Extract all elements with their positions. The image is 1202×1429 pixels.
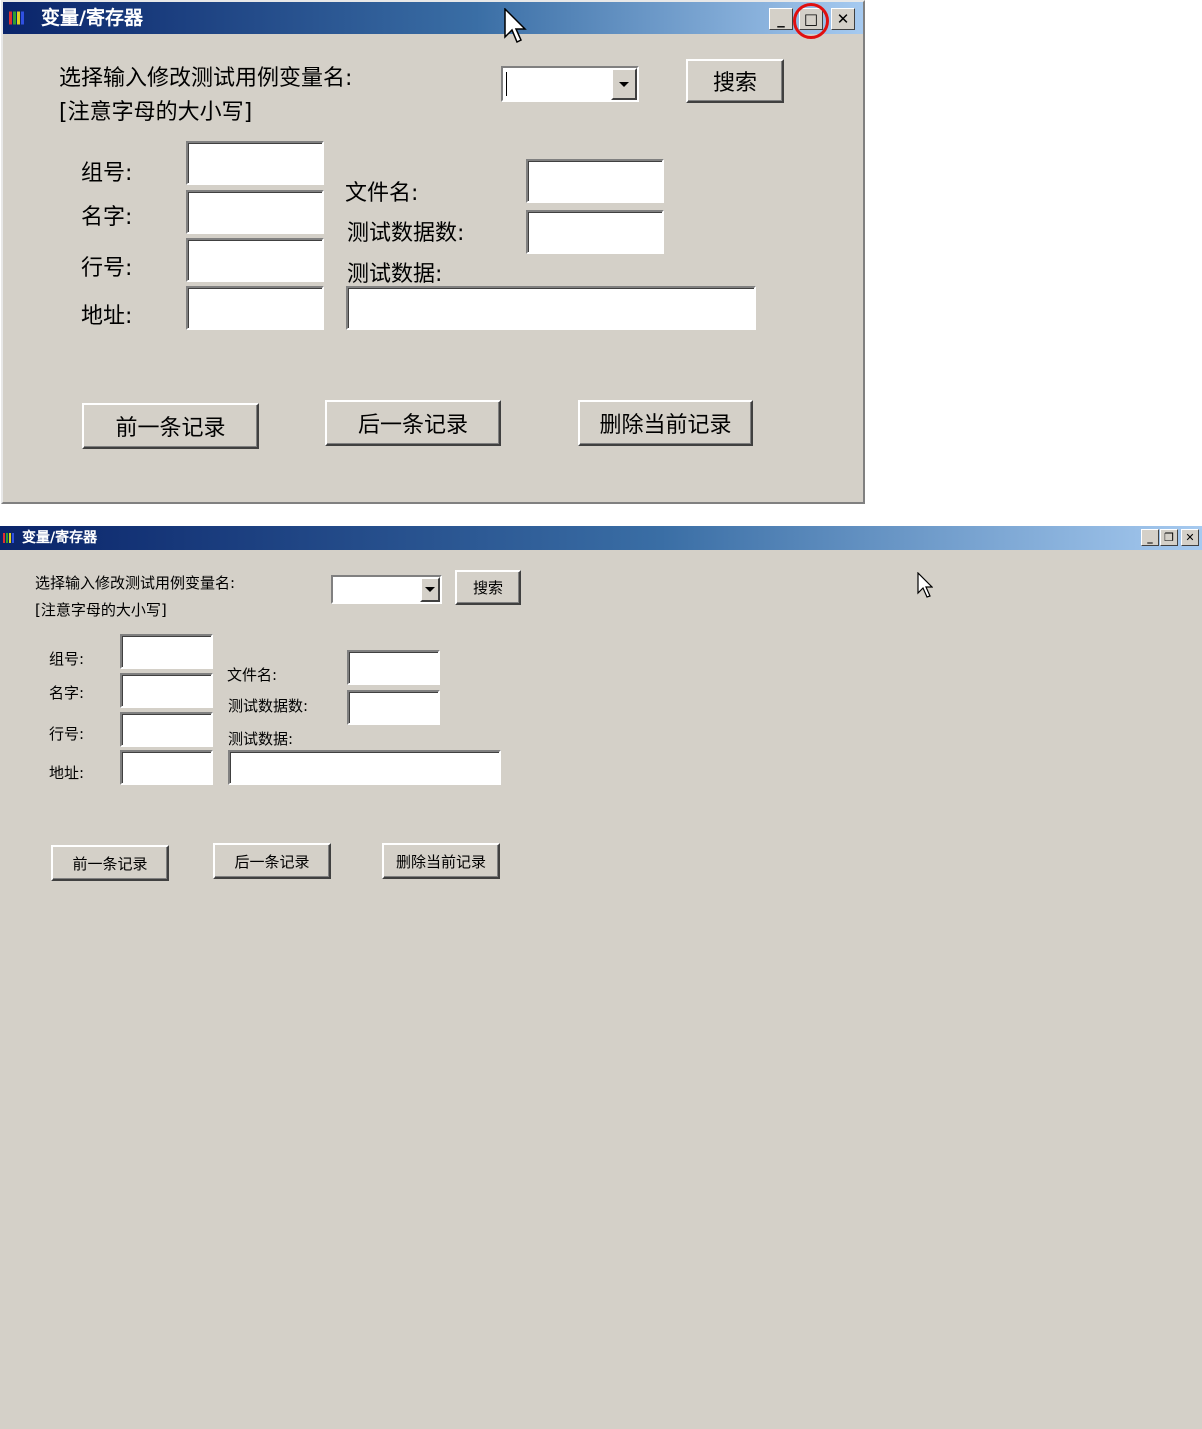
test-count-field-maximized[interactable] [347,690,440,725]
minimize-button-maximized[interactable]: _ [1141,529,1159,546]
variable-prompt-maximized: 选择输入修改测试用例变量名: [35,574,236,592]
group-field[interactable] [186,141,324,185]
close-button-maximized[interactable]: ✕ [1181,529,1199,546]
search-button[interactable]: 搜索 [686,59,784,103]
group-label-maximized: 组号: [49,650,85,668]
next-record-button[interactable]: 后一条记录 [325,400,501,446]
search-button-maximized[interactable]: 搜索 [455,570,521,605]
line-label: 行号: [81,256,133,281]
dialog-window-normal: 变量/寄存器 _ □ ✕ 选择输入修改测试用例变量名: [注意字母的大小写] 搜… [1,0,865,504]
minimize-icon: _ [1147,530,1153,544]
test-data-label-maximized: 测试数据: [228,730,294,748]
name-label-maximized: 名字: [49,684,85,702]
filename-label-maximized: 文件名: [227,666,278,684]
prev-record-button[interactable]: 前一条记录 [82,403,259,449]
minimize-button[interactable]: _ [769,8,793,30]
test-count-field[interactable] [526,210,664,254]
mouse-cursor-icon [917,572,933,598]
name-label: 名字: [81,205,133,230]
name-field[interactable] [186,190,324,234]
variable-name-select-maximized[interactable] [331,575,442,604]
variable-name-select[interactable] [501,66,639,102]
title-bar[interactable]: 变量/寄存器 _ □ ✕ [3,2,863,34]
address-label-maximized: 地址: [49,764,85,782]
test-count-label-maximized: 测试数据数: [228,697,309,715]
filename-field-maximized[interactable] [347,650,440,685]
delete-record-button[interactable]: 删除当前记录 [578,400,753,446]
minimize-icon: _ [777,10,785,28]
name-field-maximized[interactable] [120,673,213,708]
test-count-label: 测试数据数: [347,221,465,246]
line-field[interactable] [186,238,324,282]
close-icon: ✕ [1185,530,1195,544]
address-label: 地址: [81,304,133,329]
mouse-cursor-icon [504,8,527,44]
app-icon [3,533,14,543]
address-field-maximized[interactable] [120,750,213,785]
restore-icon: ❐ [1164,530,1174,544]
case-sensitivity-note: [注意字母的大小写] [59,100,253,125]
group-label: 组号: [81,161,133,186]
test-data-field-maximized[interactable] [228,750,501,785]
case-sensitivity-note-maximized: [注意字母的大小写] [35,601,167,619]
window-title-maximized: 变量/寄存器 [22,530,98,546]
next-record-button-maximized[interactable]: 后一条记录 [213,843,331,879]
maximize-highlight-circle [793,3,829,39]
dropdown-button[interactable] [420,577,440,602]
chevron-down-icon [619,81,629,87]
title-bar-maximized[interactable]: 变量/寄存器 _ ❐ ✕ [0,526,1202,550]
close-icon: ✕ [836,10,850,28]
line-field-maximized[interactable] [120,712,213,747]
dialog-window-maximized: 变量/寄存器 _ ❐ ✕ 选择输入修改测试用例变量名: [注意字母的大小写] 搜… [0,526,1202,1429]
filename-field[interactable] [526,159,664,203]
dropdown-button[interactable] [611,68,637,100]
window-title: 变量/寄存器 [41,7,143,29]
text-caret [506,72,507,96]
prev-record-button-maximized[interactable]: 前一条记录 [51,845,169,881]
address-field[interactable] [186,286,324,330]
close-button[interactable]: ✕ [831,8,855,30]
restore-button[interactable]: ❐ [1160,529,1178,546]
chevron-down-icon [425,587,435,592]
delete-record-button-maximized[interactable]: 删除当前记录 [382,843,500,879]
variable-prompt: 选择输入修改测试用例变量名: [59,66,353,91]
filename-label: 文件名: [345,181,419,206]
app-icon [9,11,24,25]
line-label-maximized: 行号: [49,725,85,743]
group-field-maximized[interactable] [120,634,213,669]
test-data-field[interactable] [346,286,756,330]
test-data-label: 测试数据: [347,262,443,287]
